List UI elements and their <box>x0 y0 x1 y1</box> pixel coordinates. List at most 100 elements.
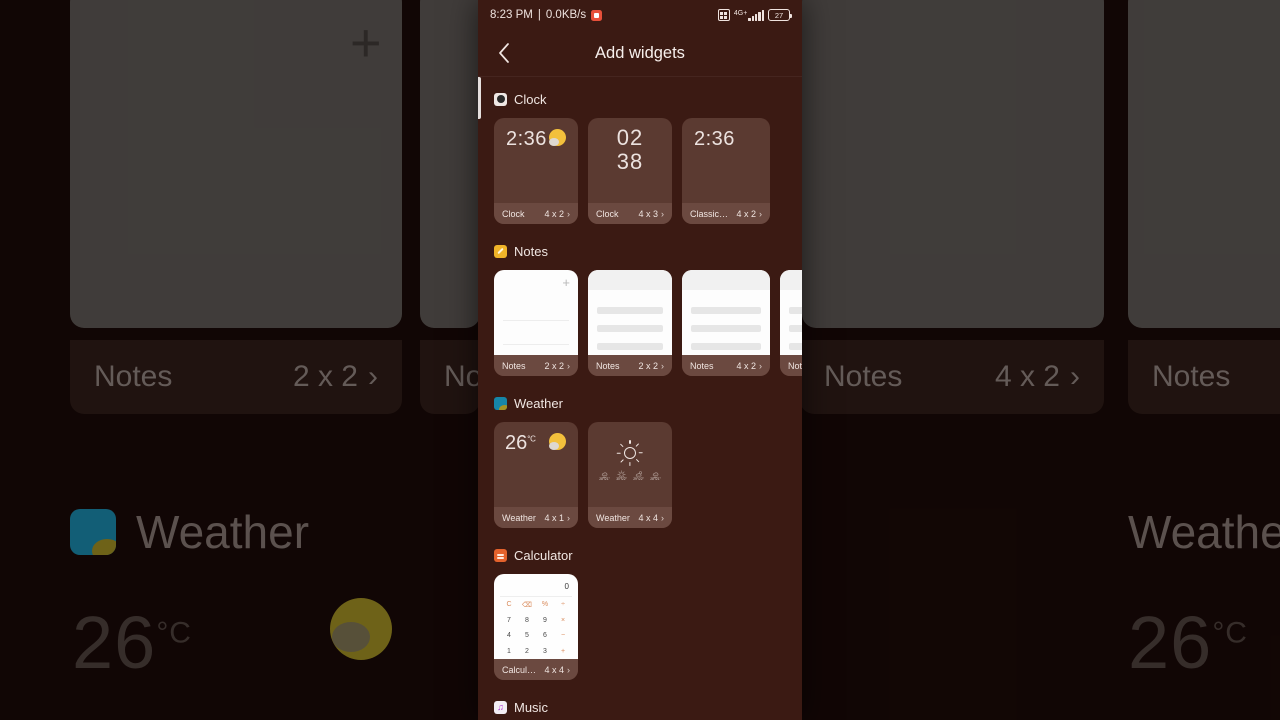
widget-preview: 2:36 <box>494 118 578 203</box>
forecast-item: 30°/22° <box>616 466 627 481</box>
section-label-notes: Notes <box>514 243 548 259</box>
calc-key-multiply: × <box>560 616 566 624</box>
widget-card-notes-2x2-a[interactable]: + Notes 2 x 2 › <box>494 270 578 376</box>
section-accent-bar <box>478 77 481 119</box>
weather-temp-unit: °C <box>527 434 536 444</box>
header-bar: Add widgets <box>478 30 802 76</box>
chevron-left-icon <box>499 43 509 63</box>
widget-card-clock-4x3[interactable]: 02 38 Clock 4 x 3 › <box>588 118 672 224</box>
widget-size: 4 x 4 › <box>544 665 570 675</box>
widget-label: Notes <box>788 360 802 371</box>
network-type-indicator: 4G+ <box>733 9 764 21</box>
calc-key-4: 4 <box>507 632 511 640</box>
widget-card-notes-partial[interactable]: Notes <box>780 270 802 376</box>
section-header-music: ♫ Music <box>494 692 802 720</box>
widget-footer: Weather 4 x 4 › <box>588 507 672 528</box>
widget-row-weather: 26°C Weather 4 x 1 › 28°/21° 30°/22° 29°… <box>494 422 802 528</box>
battery-level: 27 <box>774 10 784 20</box>
battery-icon: 27 <box>768 9 792 21</box>
calc-key-1: 1 <box>507 647 511 655</box>
widget-card-calculator-4x4[interactable]: 0 C ⌫ % ÷ 7 8 9 × 4 5 6 − 1 2 3 + Calcul… <box>494 574 578 680</box>
calc-key-clear: C <box>506 601 512 609</box>
widget-size-text: 2 x 2 <box>544 360 564 371</box>
cloud-icon <box>634 466 643 477</box>
sun-icon <box>617 466 626 479</box>
widget-list[interactable]: Clock 2:36 Clock 4 x 2 › 02 38 Clock 4 x… <box>478 76 802 720</box>
back-button[interactable] <box>490 39 518 67</box>
music-app-icon: ♫ <box>494 700 507 714</box>
chevron-right-icon: › <box>567 360 570 371</box>
widget-size-text: 4 x 2 <box>544 208 564 219</box>
chevron-right-icon: › <box>567 208 570 219</box>
widget-size: 4 x 2 › <box>544 209 570 219</box>
widget-size-text: 4 x 2 <box>736 208 756 219</box>
widget-size-text: 4 x 4 <box>544 664 564 675</box>
calc-key-plus: + <box>560 647 566 655</box>
widget-label: Calculator <box>502 664 541 675</box>
note-empty-preview: + <box>494 270 578 355</box>
screen-record-icon <box>591 9 603 21</box>
widget-size-text: 4 x 2 <box>736 360 756 371</box>
clock-hours-text: 02 <box>616 125 644 150</box>
forecast-row: 28°/21° 30°/22° 29°/22° 28°/21° <box>588 466 672 481</box>
section-label-music: Music <box>514 699 548 715</box>
calculator-keypad: C ⌫ % ÷ 7 8 9 × 4 5 6 − 1 2 3 + <box>500 597 572 659</box>
widget-row-clock: 2:36 Clock 4 x 2 › 02 38 Clock 4 x 3 › 2… <box>494 118 802 224</box>
section-header-weather: Weather <box>494 388 802 418</box>
calc-key-backspace: ⌫ <box>522 601 532 609</box>
calc-key-5: 5 <box>525 632 529 640</box>
network-type-label: 4G+ <box>733 9 748 17</box>
widget-card-classical-clock[interactable]: 2:36 Classical c... 4 x 2 › <box>682 118 770 224</box>
sim-card-icon <box>717 9 730 21</box>
widget-label: Clock <box>596 208 619 219</box>
rain-icon <box>600 466 609 479</box>
calc-key-6: 6 <box>543 632 547 640</box>
widget-card-weather-4x4[interactable]: 28°/21° 30°/22° 29°/22° 28°/21° Weather … <box>588 422 672 528</box>
status-separator: | <box>537 9 541 21</box>
section-music: ♫ Music ♫ <box>478 680 802 720</box>
forecast-item: 28°/21° <box>599 466 610 481</box>
status-bar-right: 4G+ 27 <box>717 9 792 21</box>
widget-label: Notes <box>502 360 526 371</box>
weather-app-icon <box>494 396 507 410</box>
widget-preview: + <box>494 270 578 355</box>
section-calculator: Calculator 0 C ⌫ % ÷ 7 8 9 × 4 5 6 − 1 2… <box>478 528 802 680</box>
widget-card-weather-4x1[interactable]: 26°C Weather 4 x 1 › <box>494 422 578 528</box>
sun-icon <box>549 129 566 146</box>
widget-size-text: 4 x 1 <box>544 512 564 523</box>
widget-card-notes-4x2[interactable]: Notes 4 x 2 › <box>682 270 770 376</box>
chevron-right-icon: › <box>567 512 570 523</box>
chevron-right-icon: › <box>661 360 664 371</box>
forecast-item: 29°/22° <box>633 466 644 481</box>
sun-icon <box>549 433 566 450</box>
calc-key-3: 3 <box>543 647 547 655</box>
widget-footer: Notes 2 x 2 › <box>588 355 672 376</box>
widget-label: Notes <box>690 360 714 371</box>
widget-preview: 02 38 <box>588 118 672 203</box>
widget-label: Weather <box>502 512 536 523</box>
page-title: Add widgets <box>595 43 685 62</box>
weather-temp-value: 26 <box>505 432 528 454</box>
calc-key-percent: % <box>541 601 549 609</box>
note-list-preview <box>682 270 770 355</box>
widget-footer: Notes 2 x 2 › <box>494 355 578 376</box>
calc-key-7: 7 <box>507 616 511 624</box>
calculator-preview: 0 C ⌫ % ÷ 7 8 9 × 4 5 6 − 1 2 3 + <box>494 574 578 659</box>
chevron-right-icon: › <box>759 360 762 371</box>
calculator-app-icon <box>494 548 507 562</box>
phone-screen: 8:23 PM | 0.0KB/s 4G+ 27 Add widgets Clo… <box>478 0 802 720</box>
note-list-preview <box>780 270 802 355</box>
chevron-right-icon: › <box>661 512 664 523</box>
clock-minutes-text: 38 <box>616 149 644 175</box>
screen: + Notes 2 x 2 › Notes Notes 4 x 2 › Note… <box>0 0 1280 720</box>
widget-footer: Clock 4 x 2 › <box>494 203 578 224</box>
widget-preview: 26°C <box>494 422 578 507</box>
clock-app-icon <box>494 92 507 106</box>
widget-preview <box>682 270 770 355</box>
widget-preview: 28°/21° 30°/22° 29°/22° 28°/21° <box>588 422 672 507</box>
calculator-display: 0 <box>564 582 569 591</box>
widget-card-clock-4x2[interactable]: 2:36 Clock 4 x 2 › <box>494 118 578 224</box>
rain-icon <box>651 466 660 479</box>
notes-app-icon <box>494 244 507 258</box>
widget-card-notes-2x2-b[interactable]: Notes 2 x 2 › <box>588 270 672 376</box>
